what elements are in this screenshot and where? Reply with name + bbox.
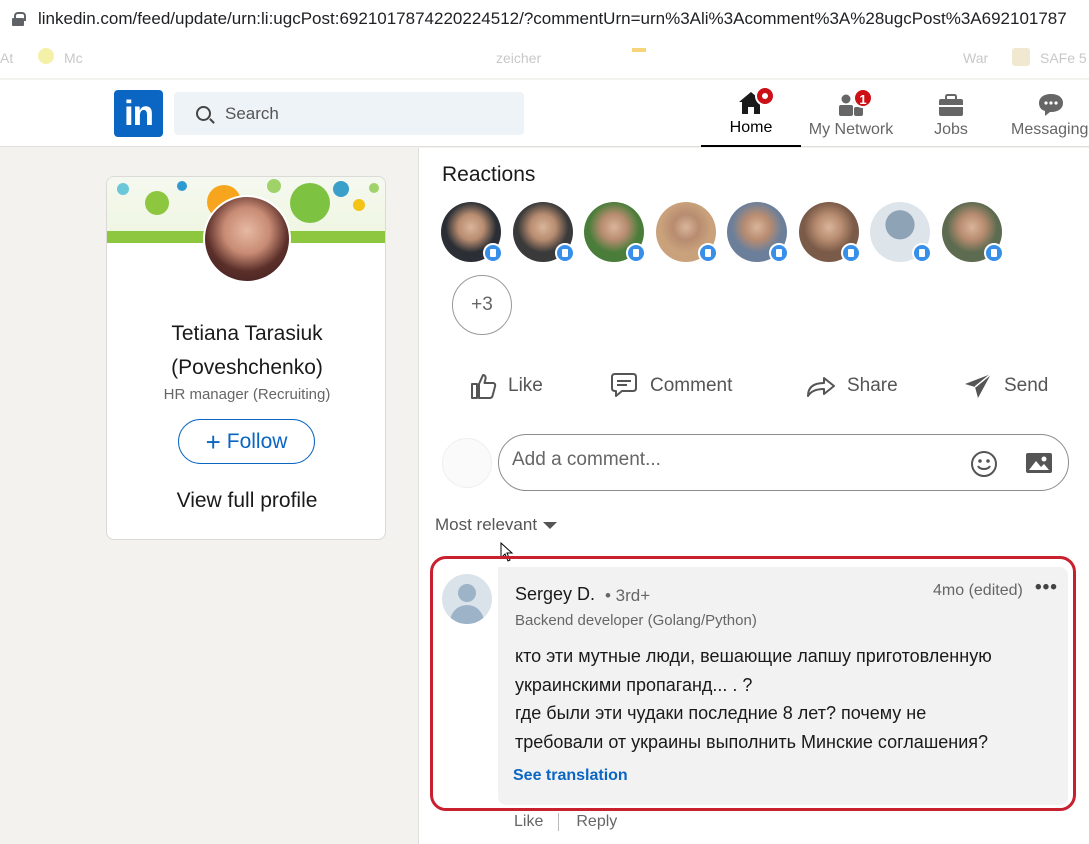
nav-label: My Network [808,121,894,138]
search-input[interactable] [225,103,475,124]
nav-label: Home [729,119,773,136]
nav-label: Jobs [934,121,968,138]
bookmark-item[interactable]: Mc [64,50,83,66]
follow-label: Follow [226,429,288,453]
sort-dropdown[interactable]: Most relevant [435,515,558,535]
like-reaction-icon [697,243,718,263]
bookmark-favicon [632,48,646,52]
like-reaction-icon [483,243,503,263]
reaction-avatar[interactable] [655,202,718,263]
reaction-avatar[interactable] [798,202,861,263]
caret-down-icon [543,522,558,529]
profile-title: HR manager (Recruiting) [163,386,331,403]
linkedin-header: in Home 1 My Network Jobs Messaging [0,80,1089,147]
comment-input[interactable] [512,449,932,471]
share-label: Share [847,375,898,396]
bookmark-item[interactable]: zeicher [496,50,541,66]
thumbs-up-icon [471,374,497,399]
notification-dot [755,86,775,106]
more-reactions-button[interactable]: +3 [452,275,512,335]
like-label: Like [508,375,543,396]
comment-button[interactable]: Comment [608,368,732,404]
reaction-avatar[interactable] [727,202,789,263]
comment-like-button[interactable]: Like [514,813,543,831]
comment-reply-button[interactable]: Reply [576,813,617,831]
sort-label: Most relevant [435,515,538,534]
follow-button[interactable]: + Follow [178,419,315,464]
post-detail-panel: Reactions +3 Like Comment Share Send Mos… [418,148,1089,844]
home-icon [737,86,775,116]
reaction-avatar[interactable] [870,202,932,263]
nav-label: Messaging [1011,121,1089,138]
profile-name[interactable]: Tetiana Tarasiuk (Poveshchenko) [107,317,385,385]
nav-jobs[interactable]: Jobs [911,80,991,147]
reaction-avatar[interactable] [512,202,575,263]
view-full-profile-link[interactable]: View full profile [107,489,385,513]
profile-avatar[interactable] [203,195,291,283]
search-icon [196,106,211,121]
send-label: Send [1004,375,1049,396]
lock-icon [12,12,26,26]
comment-actions: Like Reply [514,813,617,831]
emoji-icon[interactable] [969,449,999,479]
bookmark-item[interactable]: War [963,50,988,66]
share-arrow-icon [807,377,835,397]
bookmark-item[interactable]: SAFe 5 [1040,50,1087,66]
like-button[interactable]: Like [468,368,543,404]
messaging-icon [1037,92,1065,118]
comment-label: Comment [650,375,733,396]
bookmarks-bar: At Mc zeicher War SAFe 5 [0,38,1089,78]
people-icon: 1 [837,88,873,118]
like-reaction-icon [912,243,932,263]
like-reaction-icon [769,243,789,263]
briefcase-icon [937,92,965,118]
share-button[interactable]: Share [805,368,898,404]
search-bar[interactable] [174,92,524,135]
nav-my-network[interactable]: 1 My Network [801,80,901,147]
bookmark-favicon [1012,48,1030,66]
notification-count: 1 [853,88,873,108]
bookmark-item[interactable]: At [0,50,13,66]
browser-address-bar[interactable]: linkedin.com/feed/update/urn:li:ugcPost:… [0,0,1089,38]
reaction-avatar[interactable] [941,202,1004,263]
like-reaction-icon [554,243,575,263]
plus-icon: + [205,426,221,457]
highlight-frame [430,556,1076,811]
like-reaction-icon [983,243,1004,263]
reaction-avatar[interactable] [441,202,503,263]
current-user-avatar [442,438,492,488]
comment-box[interactable] [498,434,1069,491]
profile-card: Tetiana Tarasiuk (Poveshchenko) HR manag… [106,176,386,540]
divider [558,813,560,831]
send-button[interactable]: Send [962,368,1048,404]
url-text[interactable]: linkedin.com/feed/update/urn:li:ugcPost:… [38,9,1067,29]
bookmark-favicon [38,48,54,64]
image-icon[interactable] [1024,449,1054,477]
like-reaction-icon [626,243,646,263]
nav-home[interactable]: Home [701,80,801,147]
nav-messaging[interactable]: Messaging [1005,80,1089,147]
reactions-heading: Reactions [442,163,536,186]
linkedin-logo[interactable]: in [114,90,163,137]
like-reaction-icon [840,243,861,263]
send-icon [965,373,992,398]
comment-icon [611,373,637,397]
reaction-avatar[interactable] [584,202,646,263]
